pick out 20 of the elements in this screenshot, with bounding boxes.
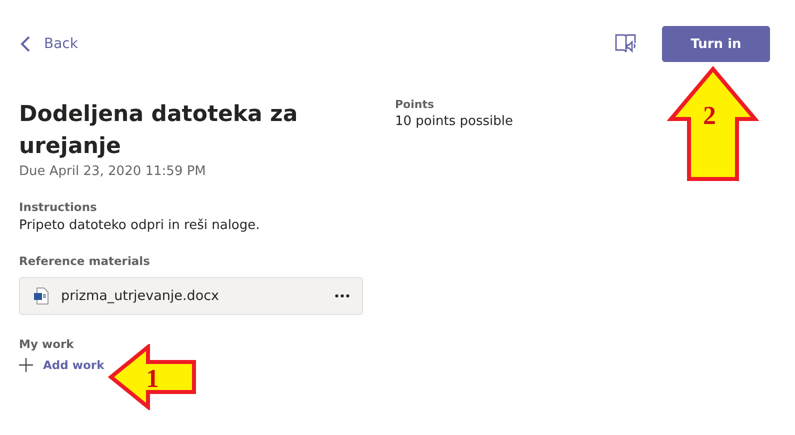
file-name: prizma_utrjevanje.docx <box>61 288 220 304</box>
points-value: 10 points possible <box>395 114 513 129</box>
arrow-annotation: 2 <box>667 66 759 182</box>
add-work-button[interactable]: Add work <box>19 358 104 372</box>
section-label: My work <box>19 337 75 351</box>
back-button[interactable]: Back <box>19 36 78 52</box>
chevron-left-icon <box>19 36 31 52</box>
immersive-reader-icon[interactable] <box>614 33 638 55</box>
section-label: Reference materials <box>19 254 151 268</box>
instructions-text: Pripeto datoteko odpri in reši naloge. <box>19 218 261 233</box>
points-label: Points <box>395 98 436 111</box>
file-card[interactable]: prizma_utrjevanje.docx ••• <box>19 277 363 315</box>
section-label: Instructions <box>19 200 98 214</box>
due-date: Due April 23, 2020 11:59 PM <box>19 164 207 179</box>
more-options-button[interactable]: ••• <box>334 290 350 302</box>
plus-icon <box>19 358 33 372</box>
word-document-icon <box>33 287 49 305</box>
assignment-title: Dodeljena datoteka za urejanje <box>19 101 299 161</box>
arrow-annotation: 1 <box>108 344 198 410</box>
turn-in-button[interactable]: Turn in <box>662 26 770 62</box>
